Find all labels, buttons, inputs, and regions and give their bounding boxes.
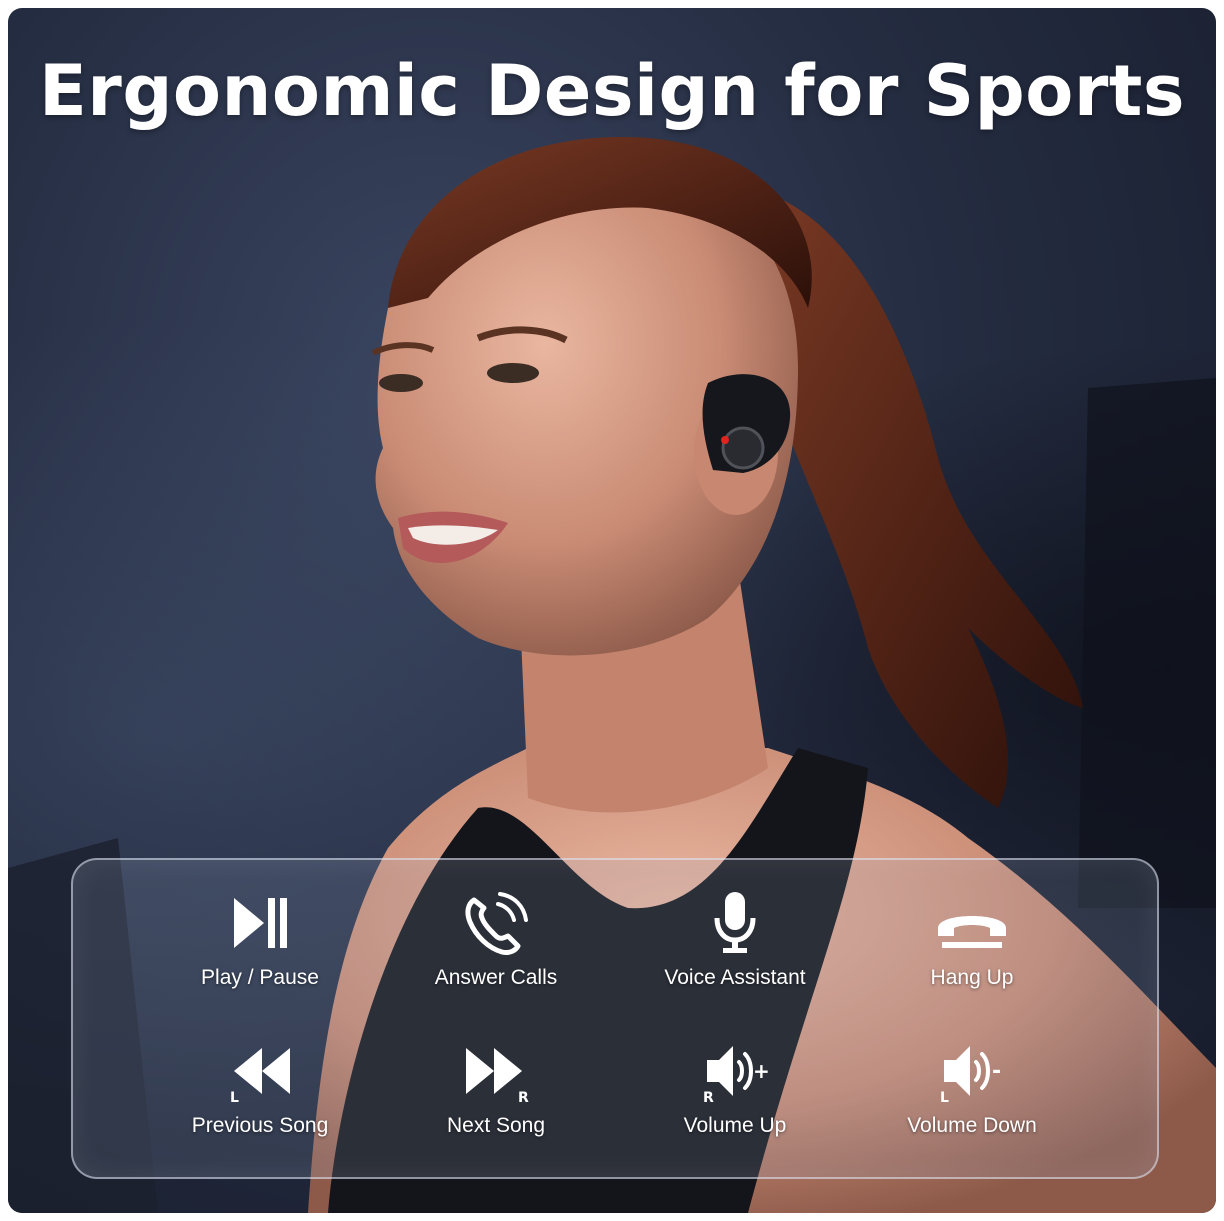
control-label: Volume Down [907, 1114, 1037, 1137]
control-label: Play / Pause [201, 966, 319, 989]
play-pause-icon [234, 898, 287, 948]
left-side-tag: L [940, 1090, 949, 1104]
control-next-song: R Next Song [381, 1038, 611, 1138]
right-side-tag: R [518, 1090, 529, 1104]
hang-up-icon [938, 916, 1006, 948]
control-label: Next Song [446, 1114, 546, 1137]
hero-image: Ergonomic Design for Sports Play / Pause… [8, 8, 1216, 1213]
right-side-tag: R [703, 1090, 714, 1104]
control-volume-down: - L Volume Down [857, 1038, 1087, 1138]
control-voice-assistant: Voice Assistant [620, 890, 850, 990]
volume-down-icon: - L [940, 1046, 1001, 1104]
control-answer-calls: Answer Calls [381, 890, 611, 990]
rewind-icon: L [230, 1048, 290, 1104]
control-volume-up: + R Volume Up [620, 1038, 850, 1138]
control-label: Voice Assistant [664, 966, 806, 989]
microphone-icon [714, 892, 756, 953]
phone-ringing-icon [465, 892, 528, 955]
control-label: Previous Song [191, 1114, 329, 1137]
page-title: Ergonomic Design for Sports [38, 50, 1185, 132]
control-label: Hang Up [930, 966, 1014, 989]
controls-panel: Play / Pause Answer Calls Voice Assistan… [71, 858, 1159, 1179]
fast-forward-icon: R [466, 1048, 529, 1104]
control-hang-up: Hang Up [857, 890, 1087, 990]
left-side-tag: L [230, 1090, 239, 1104]
minus-sign: - [992, 1059, 1001, 1084]
control-previous-song: L Previous Song [145, 1038, 375, 1138]
control-label: Answer Calls [434, 966, 558, 989]
control-play-pause: Play / Pause [145, 890, 375, 990]
volume-up-icon: + R [703, 1046, 770, 1104]
plus-sign: + [753, 1059, 770, 1083]
control-label: Volume Up [683, 1114, 787, 1137]
